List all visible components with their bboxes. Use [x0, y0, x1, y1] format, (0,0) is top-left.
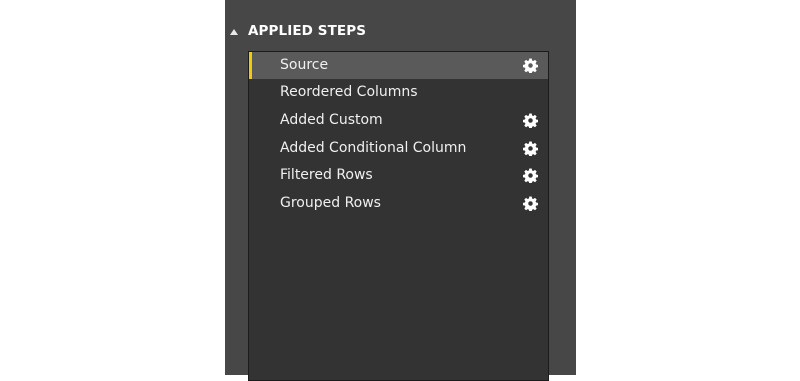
step-label: Grouped Rows [280, 195, 381, 211]
gear-icon[interactable] [523, 196, 538, 211]
gear-icon[interactable] [523, 58, 538, 73]
applied-steps-panel: APPLIED STEPS Source Reordered Columns A… [225, 0, 576, 381]
gear-icon[interactable] [523, 141, 538, 156]
step-label: Added Conditional Column [280, 140, 467, 156]
step-label: Source [280, 57, 329, 73]
collapse-triangle-icon[interactable] [230, 29, 238, 35]
steps-list: Source Reordered Columns Added Custom Ad… [248, 51, 549, 381]
step-added-custom[interactable]: Added Custom [249, 107, 548, 134]
step-source[interactable]: Source [249, 52, 548, 79]
step-label: Filtered Rows [280, 167, 373, 183]
step-added-conditional-column[interactable]: Added Conditional Column [249, 135, 548, 162]
step-label: Reordered Columns [280, 84, 418, 100]
gear-icon[interactable] [523, 113, 538, 128]
step-filtered-rows[interactable]: Filtered Rows [249, 162, 548, 189]
step-label: Added Custom [280, 112, 383, 128]
gear-icon[interactable] [523, 168, 538, 183]
step-reordered-columns[interactable]: Reordered Columns [249, 79, 548, 106]
step-grouped-rows[interactable]: Grouped Rows [249, 190, 548, 217]
section-title: APPLIED STEPS [248, 23, 367, 39]
